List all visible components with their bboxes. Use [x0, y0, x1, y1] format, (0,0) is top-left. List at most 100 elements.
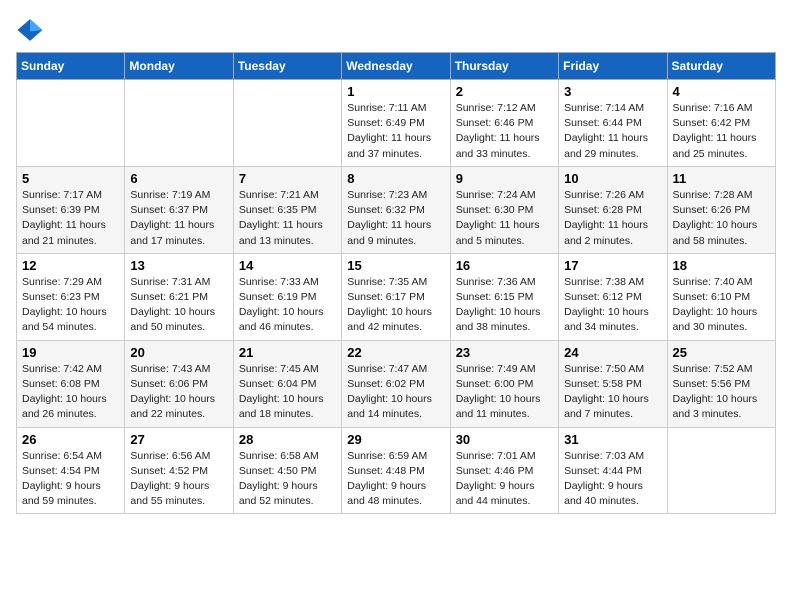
day-header-sunday: Sunday: [17, 53, 125, 80]
day-info: Sunrise: 7:21 AMSunset: 6:35 PMDaylight:…: [239, 188, 336, 249]
calendar-cell: 31 Sunrise: 7:03 AMSunset: 4:44 PMDayligh…: [559, 427, 667, 514]
day-number: 31: [564, 432, 661, 447]
day-header-wednesday: Wednesday: [342, 53, 450, 80]
day-info: Sunrise: 6:54 AMSunset: 4:54 PMDaylight:…: [22, 449, 119, 510]
day-number: 21: [239, 345, 336, 360]
day-number: 6: [130, 171, 227, 186]
logo: [16, 16, 48, 44]
day-number: 13: [130, 258, 227, 273]
day-info: Sunrise: 7:43 AMSunset: 6:06 PMDaylight:…: [130, 362, 227, 423]
calendar-cell: [233, 80, 341, 167]
calendar-cell: 26 Sunrise: 6:54 AMSunset: 4:54 PMDayligh…: [17, 427, 125, 514]
day-info: Sunrise: 7:26 AMSunset: 6:28 PMDaylight:…: [564, 188, 661, 249]
calendar-cell: 21 Sunrise: 7:45 AMSunset: 6:04 PMDayligh…: [233, 340, 341, 427]
calendar-cell: 29 Sunrise: 6:59 AMSunset: 4:48 PMDayligh…: [342, 427, 450, 514]
calendar-week-1: 1 Sunrise: 7:11 AMSunset: 6:49 PMDaylight…: [17, 80, 776, 167]
day-info: Sunrise: 7:45 AMSunset: 6:04 PMDaylight:…: [239, 362, 336, 423]
calendar-week-2: 5 Sunrise: 7:17 AMSunset: 6:39 PMDaylight…: [17, 166, 776, 253]
calendar-cell: 22 Sunrise: 7:47 AMSunset: 6:02 PMDayligh…: [342, 340, 450, 427]
calendar: SundayMondayTuesdayWednesdayThursdayFrid…: [16, 52, 776, 514]
calendar-cell: 15 Sunrise: 7:35 AMSunset: 6:17 PMDayligh…: [342, 253, 450, 340]
calendar-cell: 14Sunrise: 7:33 AMSunset: 6:19 PMDayligh…: [233, 253, 341, 340]
calendar-cell: 13Sunrise: 7:31 AMSunset: 6:21 PMDayligh…: [125, 253, 233, 340]
day-number: 14: [239, 258, 336, 273]
calendar-cell: 2Sunrise: 7:12 AMSunset: 6:46 PMDaylight…: [450, 80, 558, 167]
calendar-cell: 16 Sunrise: 7:36 AMSunset: 6:15 PMDayligh…: [450, 253, 558, 340]
day-number: 10: [564, 171, 661, 186]
calendar-week-3: 12 Sunrise: 7:29 AMSunset: 6:23 PMDayligh…: [17, 253, 776, 340]
day-info: Sunrise: 6:56 AMSunset: 4:52 PMDaylight:…: [130, 449, 227, 510]
day-info: Sunrise: 7:19 AMSunset: 6:37 PMDaylight:…: [130, 188, 227, 249]
calendar-cell: 10 Sunrise: 7:26 AMSunset: 6:28 PMDayligh…: [559, 166, 667, 253]
calendar-cell: 28 Sunrise: 6:58 AMSunset: 4:50 PMDayligh…: [233, 427, 341, 514]
day-info: Sunrise: 7:38 AMSunset: 6:12 PMDaylight:…: [564, 275, 661, 336]
calendar-cell: 19Sunrise: 7:42 AMSunset: 6:08 PMDayligh…: [17, 340, 125, 427]
day-number: 3: [564, 84, 661, 99]
day-header-tuesday: Tuesday: [233, 53, 341, 80]
day-info: Sunrise: 7:29 AMSunset: 6:23 PMDaylight:…: [22, 275, 119, 336]
day-number: 16: [456, 258, 553, 273]
day-info: Sunrise: 7:03 AMSunset: 4:44 PMDaylight:…: [564, 449, 661, 510]
day-number: 15: [347, 258, 444, 273]
calendar-cell: 27 Sunrise: 6:56 AMSunset: 4:52 PMDayligh…: [125, 427, 233, 514]
logo-icon: [16, 16, 44, 44]
day-number: 28: [239, 432, 336, 447]
day-info: Sunrise: 7:49 AMSunset: 6:00 PMDaylight:…: [456, 362, 553, 423]
day-info: Sunrise: 7:14 AMSunset: 6:44 PMDaylight:…: [564, 101, 661, 162]
day-number: 25: [673, 345, 770, 360]
calendar-cell: 24Sunrise: 7:50 AMSunset: 5:58 PMDayligh…: [559, 340, 667, 427]
day-info: Sunrise: 7:47 AMSunset: 6:02 PMDaylight:…: [347, 362, 444, 423]
day-header-monday: Monday: [125, 53, 233, 80]
day-number: 27: [130, 432, 227, 447]
day-number: 7: [239, 171, 336, 186]
calendar-cell: 23 Sunrise: 7:49 AMSunset: 6:00 PMDayligh…: [450, 340, 558, 427]
day-number: 24: [564, 345, 661, 360]
calendar-cell: 25 Sunrise: 7:52 AMSunset: 5:56 PMDayligh…: [667, 340, 775, 427]
day-info: Sunrise: 7:17 AMSunset: 6:39 PMDaylight:…: [22, 188, 119, 249]
day-info: Sunrise: 7:28 AMSunset: 6:26 PMDaylight:…: [673, 188, 770, 249]
day-number: 4: [673, 84, 770, 99]
day-number: 1: [347, 84, 444, 99]
calendar-cell: [125, 80, 233, 167]
day-header-friday: Friday: [559, 53, 667, 80]
calendar-cell: 6 Sunrise: 7:19 AMSunset: 6:37 PMDaylight…: [125, 166, 233, 253]
day-info: Sunrise: 7:23 AMSunset: 6:32 PMDaylight:…: [347, 188, 444, 249]
calendar-cell: 7 Sunrise: 7:21 AMSunset: 6:35 PMDaylight…: [233, 166, 341, 253]
day-info: Sunrise: 7:36 AMSunset: 6:15 PMDaylight:…: [456, 275, 553, 336]
calendar-cell: 4 Sunrise: 7:16 AMSunset: 6:42 PMDaylight…: [667, 80, 775, 167]
day-number: 30: [456, 432, 553, 447]
day-info: Sunrise: 7:52 AMSunset: 5:56 PMDaylight:…: [673, 362, 770, 423]
calendar-body: 1 Sunrise: 7:11 AMSunset: 6:49 PMDaylight…: [17, 80, 776, 514]
calendar-week-5: 26 Sunrise: 6:54 AMSunset: 4:54 PMDayligh…: [17, 427, 776, 514]
day-number: 12: [22, 258, 119, 273]
calendar-cell: 3 Sunrise: 7:14 AMSunset: 6:44 PMDaylight…: [559, 80, 667, 167]
day-number: 20: [130, 345, 227, 360]
day-info: Sunrise: 7:11 AMSunset: 6:49 PMDaylight:…: [347, 101, 444, 162]
day-info: Sunrise: 7:24 AMSunset: 6:30 PMDaylight:…: [456, 188, 553, 249]
calendar-cell: 1 Sunrise: 7:11 AMSunset: 6:49 PMDaylight…: [342, 80, 450, 167]
day-header-thursday: Thursday: [450, 53, 558, 80]
calendar-cell: 18 Sunrise: 7:40 AMSunset: 6:10 PMDayligh…: [667, 253, 775, 340]
calendar-cell: 12 Sunrise: 7:29 AMSunset: 6:23 PMDayligh…: [17, 253, 125, 340]
calendar-cell: 20 Sunrise: 7:43 AMSunset: 6:06 PMDayligh…: [125, 340, 233, 427]
day-number: 22: [347, 345, 444, 360]
day-info: Sunrise: 7:12 AMSunset: 6:46 PMDaylight:…: [456, 101, 553, 162]
day-number: 26: [22, 432, 119, 447]
calendar-cell: 30Sunrise: 7:01 AMSunset: 4:46 PMDayligh…: [450, 427, 558, 514]
day-number: 17: [564, 258, 661, 273]
day-info: Sunrise: 7:42 AMSunset: 6:08 PMDaylight:…: [22, 362, 119, 423]
calendar-cell: [17, 80, 125, 167]
day-info: Sunrise: 6:59 AMSunset: 4:48 PMDaylight:…: [347, 449, 444, 510]
day-info: Sunrise: 7:35 AMSunset: 6:17 PMDaylight:…: [347, 275, 444, 336]
day-number: 5: [22, 171, 119, 186]
day-info: Sunrise: 7:16 AMSunset: 6:42 PMDaylight:…: [673, 101, 770, 162]
day-number: 29: [347, 432, 444, 447]
day-number: 18: [673, 258, 770, 273]
calendar-cell: 8Sunrise: 7:23 AMSunset: 6:32 PMDaylight…: [342, 166, 450, 253]
day-info: Sunrise: 7:40 AMSunset: 6:10 PMDaylight:…: [673, 275, 770, 336]
day-info: Sunrise: 6:58 AMSunset: 4:50 PMDaylight:…: [239, 449, 336, 510]
day-number: 11: [673, 171, 770, 186]
calendar-cell: 9Sunrise: 7:24 AMSunset: 6:30 PMDaylight…: [450, 166, 558, 253]
calendar-cell: 11 Sunrise: 7:28 AMSunset: 6:26 PMDayligh…: [667, 166, 775, 253]
day-number: 23: [456, 345, 553, 360]
